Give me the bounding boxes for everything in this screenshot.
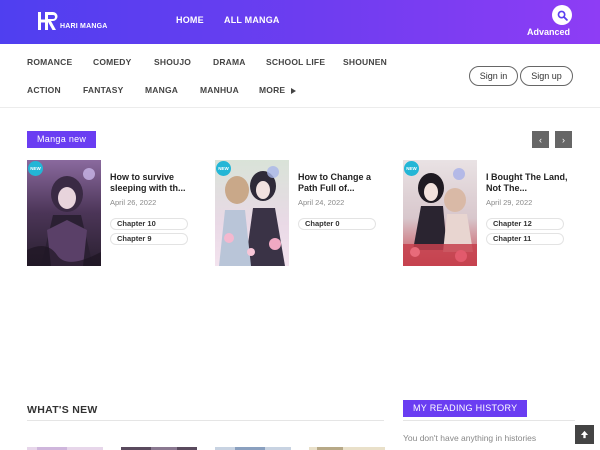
manga-card: NEW I Bought The Land, Not The... April …: [403, 160, 573, 266]
chevron-left-icon: ‹: [539, 134, 542, 145]
caret-right-icon: [291, 87, 297, 94]
genre-drama[interactable]: DRAMA: [213, 57, 246, 67]
carousel-prev-button[interactable]: ‹: [532, 131, 549, 148]
chapter-link[interactable]: Chapter 11: [486, 233, 564, 245]
whats-new-thumbnail[interactable]: [121, 442, 197, 450]
chapter-link[interactable]: Chapter 10: [110, 218, 188, 230]
site-logo[interactable]: HARI MANGA: [36, 9, 108, 33]
manga-date: April 26, 2022: [110, 198, 157, 207]
manga-new-heading: Manga new: [27, 131, 97, 148]
genre-fantasy[interactable]: FANTASY: [83, 85, 123, 95]
manga-card: NEW How to Change a Path Full of... Apri…: [215, 160, 385, 266]
manga-title[interactable]: How to survive sleeping with th...: [110, 172, 194, 193]
site-header: HARI MANGA HOME ALL MANGA Advanced: [0, 0, 600, 44]
cover-art: [215, 160, 289, 266]
genre-more-label: MORE: [259, 85, 286, 95]
arrow-up-icon: [580, 430, 589, 439]
nav-all-manga[interactable]: ALL MANGA: [224, 15, 280, 25]
logo-mark-icon: [38, 12, 58, 30]
whats-new-thumbnail[interactable]: [215, 442, 291, 450]
signup-button[interactable]: Sign up: [520, 66, 573, 86]
reading-history-heading: MY READING HISTORY: [403, 400, 528, 417]
genre-manga[interactable]: MANGA: [145, 85, 178, 95]
whats-new-thumbnail[interactable]: [27, 442, 103, 450]
advanced-search-link[interactable]: Advanced: [527, 27, 570, 37]
new-badge: NEW: [28, 161, 43, 176]
manga-title[interactable]: How to Change a Path Full of...: [298, 172, 382, 193]
whats-new-heading: WHAT'S NEW: [27, 404, 98, 416]
cover-art: [27, 160, 101, 266]
manga-cover[interactable]: NEW: [215, 160, 289, 266]
signin-button[interactable]: Sign in: [469, 66, 518, 86]
genre-action[interactable]: ACTION: [27, 85, 61, 95]
chapter-link[interactable]: Chapter 12: [486, 218, 564, 230]
genre-shoujo[interactable]: SHOUJO: [154, 57, 191, 67]
manga-cover[interactable]: NEW: [27, 160, 101, 266]
genre-manhua[interactable]: MANHUA: [200, 85, 239, 95]
carousel-next-button[interactable]: ›: [555, 131, 572, 148]
new-badge: NEW: [216, 161, 231, 176]
nav-home[interactable]: HOME: [176, 15, 204, 25]
new-badge: NEW: [404, 161, 419, 176]
nav-divider: [0, 107, 600, 108]
search-icon: [557, 10, 568, 21]
manga-date: April 29, 2022: [486, 198, 533, 207]
logo-text: HARI MANGA: [60, 22, 108, 30]
manga-cover[interactable]: NEW: [403, 160, 477, 266]
genre-comedy[interactable]: COMEDY: [93, 57, 132, 67]
genre-shounen[interactable]: SHOUNEN: [343, 57, 387, 67]
chapter-link[interactable]: Chapter 0: [298, 218, 376, 230]
chapter-link[interactable]: Chapter 9: [110, 233, 188, 245]
reading-history-empty: You don't have anything in histories: [403, 433, 537, 443]
whats-new-divider: [27, 420, 384, 421]
genre-school-life[interactable]: SCHOOL LIFE: [266, 57, 325, 67]
search-button[interactable]: [552, 5, 572, 25]
manga-date: April 24, 2022: [298, 198, 345, 207]
genre-romance[interactable]: ROMANCE: [27, 57, 72, 67]
manga-title[interactable]: I Bought The Land, Not The...: [486, 172, 570, 193]
genre-more[interactable]: MORE: [259, 85, 297, 95]
cover-art: [403, 160, 477, 266]
whats-new-thumbnail[interactable]: [309, 442, 385, 450]
chevron-right-icon: ›: [562, 134, 565, 145]
reading-history-divider: [403, 420, 575, 421]
back-to-top-button[interactable]: [575, 425, 594, 444]
manga-card: NEW How to survive sleeping with th... A…: [27, 160, 197, 266]
